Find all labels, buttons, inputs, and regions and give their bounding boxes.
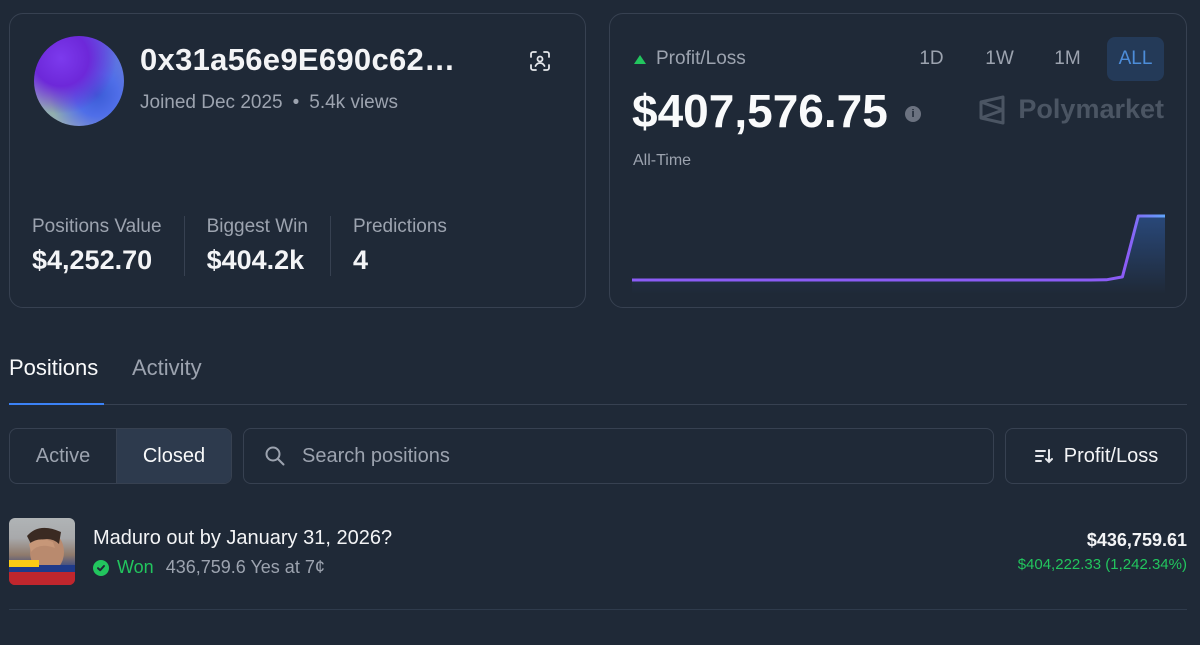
stats-row: Positions Value $4,252.70 Biggest Win $4… [32, 216, 469, 276]
pnl-title: Profit/Loss [656, 48, 746, 69]
chart-area [632, 216, 1165, 294]
pnl-header: Profit/Loss [634, 48, 746, 70]
search-input[interactable] [300, 443, 944, 469]
search-icon [265, 446, 285, 466]
pnl-chart [632, 214, 1165, 294]
active-tab-indicator [9, 403, 104, 405]
stat-label: Predictions [352, 216, 447, 237]
avatar[interactable] [34, 36, 124, 126]
stat-label: Biggest Win [206, 216, 308, 237]
position-row[interactable]: Maduro out by January 31, 2026? Won 436,… [9, 517, 1187, 610]
market-title[interactable]: Maduro out by January 31, 2026? [93, 527, 392, 550]
period-label: All-Time [633, 152, 692, 169]
pnl-card: Profit/Loss 1D 1W 1M ALL $407,576.75 i P… [609, 13, 1187, 308]
view-count: 5.4k views [309, 92, 398, 113]
market-thumbnail [9, 518, 75, 585]
triangle-up-icon [634, 54, 646, 64]
tab-bar: Positions Activity [9, 350, 1187, 405]
active-filter-button[interactable]: Active [10, 429, 117, 483]
sort-label: Profit/Loss [1063, 444, 1159, 467]
separator-dot: • [292, 92, 300, 113]
stat-predictions: Predictions 4 [329, 216, 469, 276]
brand-name: Polymarket [1018, 94, 1164, 124]
stat-label: Positions Value [32, 216, 162, 237]
sort-button[interactable]: Profit/Loss [1005, 428, 1187, 484]
scan-icon[interactable] [527, 48, 553, 74]
position-meta: Won 436,759.6 Yes at 7¢ [93, 557, 325, 578]
stat-positions-value: Positions Value $4,252.70 [32, 216, 184, 276]
status-toggle: Active Closed [9, 428, 232, 484]
range-1d-button[interactable]: 1D [903, 37, 960, 81]
stat-value: $4,252.70 [32, 245, 153, 275]
range-1m-button[interactable]: 1M [1039, 37, 1096, 81]
position-pnl: $404,222.33 (1,242.34%) [1017, 556, 1187, 573]
range-selector: 1D 1W 1M ALL [903, 37, 1164, 81]
search-box [243, 428, 994, 484]
tab-positions[interactable]: Positions [9, 355, 98, 381]
info-icon[interactable]: i [905, 106, 921, 122]
tab-activity[interactable]: Activity [132, 355, 202, 381]
profile-card: 0x31a56e9E690c62… Joined Dec 2025 • 5.4k v… [9, 13, 586, 308]
wallet-address[interactable]: 0x31a56e9E690c62… [140, 42, 455, 78]
pnl-amount: $407,576.75 [632, 85, 888, 137]
check-circle-icon [93, 559, 109, 576]
brand: Polymarket [978, 94, 1164, 125]
closed-filter-button[interactable]: Closed [117, 429, 231, 483]
position-value: $436,759.61 [1086, 530, 1187, 550]
polymarket-logo-icon [979, 95, 1005, 124]
stat-value: $404.2k [206, 245, 305, 275]
chart-line [632, 214, 1165, 282]
range-1w-button[interactable]: 1W [971, 37, 1028, 81]
position-detail: 436,759.6 Yes at 7¢ [165, 557, 325, 577]
stat-biggest-win: Biggest Win $404.2k [183, 216, 330, 276]
sort-icon [1034, 449, 1053, 464]
joined-date: Joined Dec 2025 [140, 92, 283, 113]
result-label: Won [117, 557, 154, 577]
joined-info: Joined Dec 2025 • 5.4k views [140, 92, 398, 114]
stat-value: 4 [352, 245, 368, 275]
range-all-button[interactable]: ALL [1107, 37, 1164, 81]
